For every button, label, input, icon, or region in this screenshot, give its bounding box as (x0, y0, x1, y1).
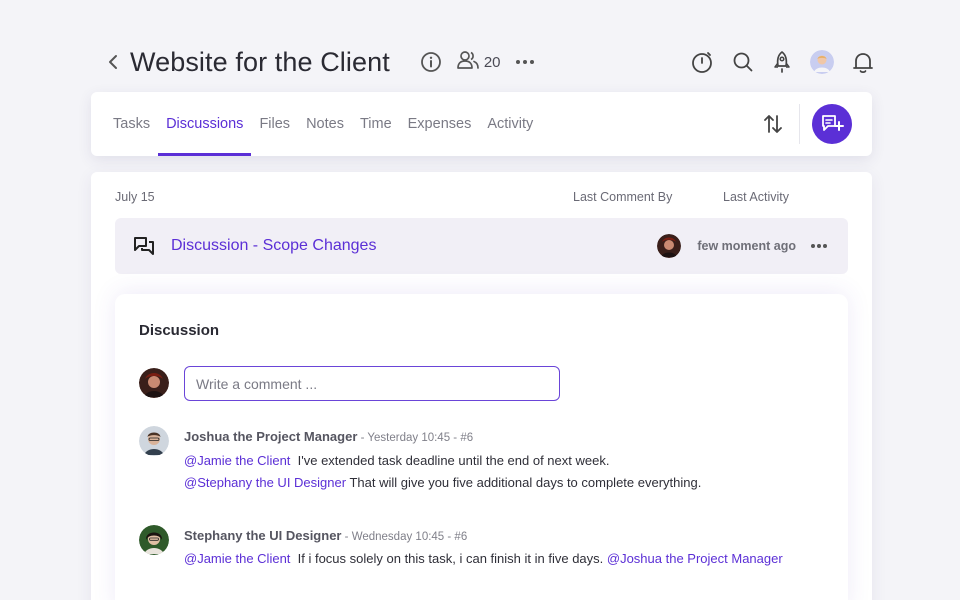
current-user-avatar (139, 368, 169, 398)
comment-author[interactable]: Stephany the UI Designer (184, 528, 341, 543)
avatar[interactable] (810, 50, 834, 74)
sort-icon[interactable] (761, 112, 785, 136)
page-title: Website for the Client (130, 46, 390, 77)
chevron-left-icon[interactable] (104, 53, 122, 71)
author-avatar (139, 426, 169, 456)
new-discussion-button[interactable] (812, 104, 852, 144)
tabs: Tasks Discussions Files Notes Time Expen… (113, 92, 541, 156)
comment-author[interactable]: Joshua the Project Manager (184, 429, 357, 444)
tab-activity[interactable]: Activity (479, 92, 541, 156)
tab-notes[interactable]: Notes (298, 92, 352, 156)
comment-input[interactable] (184, 366, 560, 401)
tab-tasks[interactable]: Tasks (113, 92, 158, 156)
bell-icon[interactable] (852, 50, 874, 74)
member-count: 20 (483, 53, 501, 71)
row-more-icon[interactable] (810, 243, 828, 249)
discussion-card: Discussion Joshua the Project Manager - … (115, 294, 848, 600)
comment-meta: Joshua the Project Manager - Yesterday 1… (184, 429, 473, 444)
comment-text: If i focus solely on this task, i can fi… (290, 551, 607, 566)
column-last-comment-by[interactable]: Last Comment By (573, 190, 672, 204)
mention-link[interactable]: @Joshua the Project Manager (607, 551, 783, 566)
more-icon[interactable] (515, 59, 535, 65)
last-activity-time: few moment ago (697, 239, 796, 253)
comment-timestamp: - Yesterday 10:45 - #6 (357, 432, 474, 444)
divider (799, 104, 800, 144)
comment-line: @Stephany the UI Designer That will give… (184, 475, 701, 490)
rocket-icon[interactable] (772, 50, 792, 74)
tab-bar: Tasks Discussions Files Notes Time Expen… (91, 92, 872, 156)
date-group-label: July 15 (115, 190, 155, 204)
mention-link[interactable]: @Jamie the Client (184, 453, 290, 468)
members-button[interactable]: 20 (456, 50, 501, 74)
mention-link[interactable]: @Stephany the UI Designer (184, 475, 346, 490)
discussion-row[interactable]: Discussion - Scope Changes few moment ag… (115, 218, 848, 274)
column-last-activity[interactable]: Last Activity (723, 190, 789, 204)
comment-line: @Jamie the Client If i focus solely on t… (184, 551, 783, 566)
comment-timestamp: - Wednesday 10:45 - #6 (341, 531, 468, 543)
users-icon (456, 50, 480, 74)
comment-meta: Stephany the UI Designer - Wednesday 10:… (184, 528, 467, 543)
timer-icon[interactable] (690, 50, 714, 74)
add-discussion-icon (822, 115, 844, 131)
tab-files[interactable]: Files (251, 92, 298, 156)
search-icon[interactable] (732, 51, 754, 73)
comment-line: @Jamie the Client I've extended task dea… (184, 453, 609, 468)
last-commenter-avatar (657, 234, 682, 258)
info-icon[interactable] (420, 51, 442, 73)
discussion-title-link[interactable]: Discussion - Scope Changes (171, 237, 376, 255)
author-avatar (139, 525, 169, 555)
tab-time[interactable]: Time (352, 92, 400, 156)
tab-discussions[interactable]: Discussions (158, 92, 252, 156)
tab-expenses[interactable]: Expenses (400, 92, 480, 156)
page-header: Website for the Client 20 (104, 40, 874, 84)
comment-text: That will give you five additional days … (346, 475, 702, 490)
comment-text: I've extended task deadline until the en… (290, 453, 610, 468)
discussion-icon (133, 235, 155, 257)
mention-link[interactable]: @Jamie the Client (184, 551, 290, 566)
discussion-heading: Discussion (139, 322, 220, 339)
